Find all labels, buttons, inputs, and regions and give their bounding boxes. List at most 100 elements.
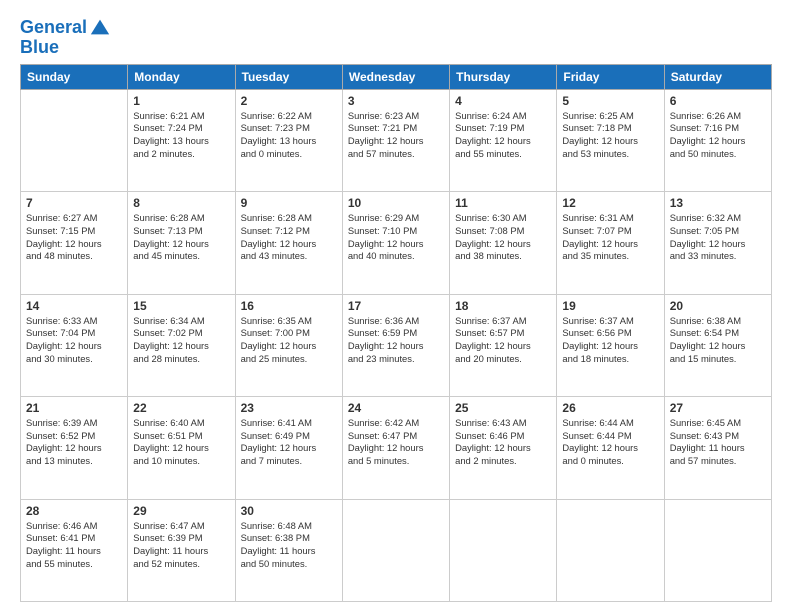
day-number: 21 (26, 401, 122, 415)
day-info-line: Sunrise: 6:37 AM (562, 315, 658, 328)
day-info-line: Sunset: 7:19 PM (455, 122, 551, 135)
day-info-line: Sunset: 7:08 PM (455, 225, 551, 238)
day-info-line: and 10 minutes. (133, 455, 229, 468)
day-info-line: Sunrise: 6:38 AM (670, 315, 766, 328)
day-info-line: Daylight: 11 hours (670, 442, 766, 455)
day-info-line: Sunrise: 6:29 AM (348, 212, 444, 225)
day-info-line: Daylight: 12 hours (562, 135, 658, 148)
day-info-line: Sunrise: 6:28 AM (241, 212, 337, 225)
day-info-line: and 50 minutes. (670, 148, 766, 161)
day-info-line: Daylight: 12 hours (241, 238, 337, 251)
day-info-line: Sunrise: 6:36 AM (348, 315, 444, 328)
day-cell: 10 Sunrise: 6:29 AMSunset: 7:10 PMDayligh… (342, 192, 449, 294)
day-cell (21, 89, 128, 191)
day-info-line: Daylight: 12 hours (348, 340, 444, 353)
day-info-line: Daylight: 12 hours (455, 442, 551, 455)
day-cell: 23Sunrise: 6:41 AMSunset: 6:49 PMDayligh… (235, 397, 342, 499)
day-info-line: Daylight: 12 hours (133, 340, 229, 353)
day-number: 22 (133, 401, 229, 415)
col-header-sunday: Sunday (21, 64, 128, 89)
day-number: 13 (670, 196, 766, 210)
day-info-line: and 25 minutes. (241, 353, 337, 366)
day-cell: 22Sunrise: 6:40 AMSunset: 6:51 PMDayligh… (128, 397, 235, 499)
day-info-line: Sunset: 7:13 PM (133, 225, 229, 238)
day-info-line: Sunrise: 6:48 AM (241, 520, 337, 533)
header-row: SundayMondayTuesdayWednesdayThursdayFrid… (21, 64, 772, 89)
day-cell: 28Sunrise: 6:46 AMSunset: 6:41 PMDayligh… (21, 499, 128, 601)
day-number: 25 (455, 401, 551, 415)
day-cell: 29Sunrise: 6:47 AMSunset: 6:39 PMDayligh… (128, 499, 235, 601)
day-cell (450, 499, 557, 601)
day-info-line: Daylight: 12 hours (348, 238, 444, 251)
day-cell: 25Sunrise: 6:43 AMSunset: 6:46 PMDayligh… (450, 397, 557, 499)
day-number: 3 (348, 94, 444, 108)
logo-general: General (20, 18, 87, 38)
day-number: 30 (241, 504, 337, 518)
day-info-line: Daylight: 11 hours (26, 545, 122, 558)
day-info-line: and 43 minutes. (241, 250, 337, 263)
day-info-line: Sunset: 7:16 PM (670, 122, 766, 135)
week-row-4: 21Sunrise: 6:39 AMSunset: 6:52 PMDayligh… (21, 397, 772, 499)
day-number: 18 (455, 299, 551, 313)
day-number: 1 (133, 94, 229, 108)
day-info-line: Sunset: 6:56 PM (562, 327, 658, 340)
day-info-line: Sunrise: 6:43 AM (455, 417, 551, 430)
day-number: 9 (241, 196, 337, 210)
day-number: 15 (133, 299, 229, 313)
day-info-line: and 7 minutes. (241, 455, 337, 468)
col-header-thursday: Thursday (450, 64, 557, 89)
day-number: 7 (26, 196, 122, 210)
day-cell: 20Sunrise: 6:38 AMSunset: 6:54 PMDayligh… (664, 294, 771, 396)
day-info-line: Sunset: 6:51 PM (133, 430, 229, 443)
day-info-line: and 55 minutes. (455, 148, 551, 161)
day-info-line: Sunset: 7:21 PM (348, 122, 444, 135)
day-cell: 2Sunrise: 6:22 AMSunset: 7:23 PMDaylight… (235, 89, 342, 191)
day-number: 27 (670, 401, 766, 415)
day-cell: 11Sunrise: 6:30 AMSunset: 7:08 PMDayligh… (450, 192, 557, 294)
day-cell: 14Sunrise: 6:33 AMSunset: 7:04 PMDayligh… (21, 294, 128, 396)
calendar: SundayMondayTuesdayWednesdayThursdayFrid… (20, 64, 772, 602)
day-cell: 5Sunrise: 6:25 AMSunset: 7:18 PMDaylight… (557, 89, 664, 191)
day-info-line: Sunset: 6:49 PM (241, 430, 337, 443)
day-info-line: Sunset: 7:07 PM (562, 225, 658, 238)
day-cell: 13Sunrise: 6:32 AMSunset: 7:05 PMDayligh… (664, 192, 771, 294)
day-info-line: Daylight: 12 hours (562, 442, 658, 455)
day-info-line: Sunset: 7:04 PM (26, 327, 122, 340)
day-number: 11 (455, 196, 551, 210)
day-number: 20 (670, 299, 766, 313)
day-info-line: Daylight: 12 hours (241, 340, 337, 353)
day-info-line: Sunset: 6:47 PM (348, 430, 444, 443)
day-cell: 15Sunrise: 6:34 AMSunset: 7:02 PMDayligh… (128, 294, 235, 396)
day-info-line: and 52 minutes. (133, 558, 229, 571)
day-number: 24 (348, 401, 444, 415)
day-info-line: Daylight: 12 hours (670, 135, 766, 148)
day-info-line: and 5 minutes. (348, 455, 444, 468)
day-info-line: Daylight: 12 hours (133, 238, 229, 251)
day-info-line: and 57 minutes. (670, 455, 766, 468)
day-info-line: and 0 minutes. (241, 148, 337, 161)
day-info-line: Sunset: 6:57 PM (455, 327, 551, 340)
day-info-line: and 55 minutes. (26, 558, 122, 571)
day-cell: 19Sunrise: 6:37 AMSunset: 6:56 PMDayligh… (557, 294, 664, 396)
day-info-line: and 30 minutes. (26, 353, 122, 366)
day-info-line: Sunset: 6:54 PM (670, 327, 766, 340)
day-info-line: Sunset: 7:10 PM (348, 225, 444, 238)
day-number: 23 (241, 401, 337, 415)
day-info-line: Sunset: 7:15 PM (26, 225, 122, 238)
logo-icon (89, 16, 111, 38)
page: General Blue SundayMondayTuesdayWednesda… (0, 0, 792, 612)
day-info-line: and 2 minutes. (133, 148, 229, 161)
day-info-line: Sunrise: 6:27 AM (26, 212, 122, 225)
day-info-line: Sunrise: 6:45 AM (670, 417, 766, 430)
day-info-line: and 28 minutes. (133, 353, 229, 366)
day-cell: 4Sunrise: 6:24 AMSunset: 7:19 PMDaylight… (450, 89, 557, 191)
day-number: 6 (670, 94, 766, 108)
day-info-line: Daylight: 12 hours (455, 135, 551, 148)
day-info-line: Sunset: 6:39 PM (133, 532, 229, 545)
day-info-line: Sunset: 6:41 PM (26, 532, 122, 545)
day-number: 5 (562, 94, 658, 108)
day-cell: 1Sunrise: 6:21 AMSunset: 7:24 PMDaylight… (128, 89, 235, 191)
day-info-line: and 20 minutes. (455, 353, 551, 366)
day-number: 10 (348, 196, 444, 210)
day-info-line: Daylight: 11 hours (133, 545, 229, 558)
